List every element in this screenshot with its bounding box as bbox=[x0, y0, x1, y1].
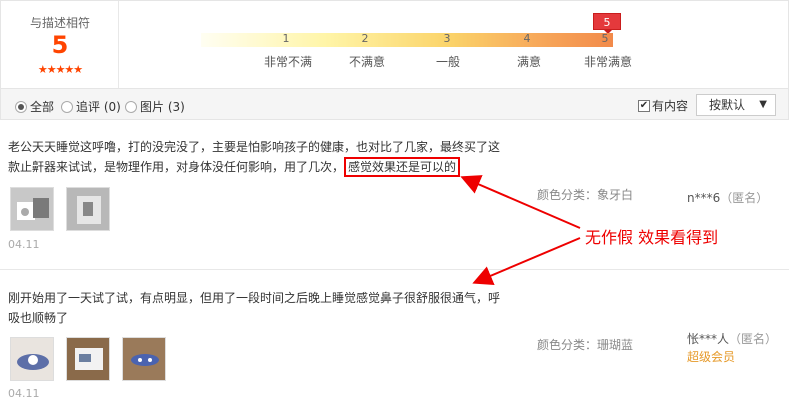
radio-icon bbox=[125, 100, 137, 113]
highlighted-phrase: 感觉效果还是可以的 bbox=[344, 157, 461, 177]
sort-dropdown[interactable]: 按默认 ▼ bbox=[696, 94, 776, 116]
annotation-text: 无作假 效果看得到 bbox=[585, 228, 719, 247]
scale-label: 一般 bbox=[435, 55, 461, 69]
product-photo-icon bbox=[11, 188, 53, 230]
review-text: 刚开始用了一天试了试，有点明显，但用了一段时间之后晚上睡觉感觉鼻子很舒服很通气，… bbox=[8, 291, 501, 325]
has-content-checkbox[interactable]: ✔ 有内容 bbox=[638, 97, 688, 114]
member-badge: 超级会员 bbox=[687, 350, 736, 364]
review-photo-thumbnail[interactable] bbox=[10, 187, 54, 231]
score-value: 5 bbox=[51, 31, 69, 59]
reviewer-nick: n***6 bbox=[687, 191, 721, 205]
star-rating: ★★★★★ bbox=[37, 63, 83, 76]
rating-panel: 与描述相符 5 ★★★★★ 5 1 2 3 4 5 非常不满 不满意 一般 满意… bbox=[0, 0, 789, 89]
radio-selected-icon bbox=[15, 100, 27, 113]
rating-scale-bar bbox=[201, 33, 613, 47]
score-flag: 5 bbox=[593, 13, 621, 34]
scale-tick: 4 bbox=[523, 32, 531, 45]
review-date: 04.11 bbox=[8, 238, 40, 251]
reviewer-name: 怅***人（匿名） bbox=[687, 330, 777, 347]
review-item: 刚开始用了一天试了试，有点明显，但用了一段时间之后晚上睡觉感觉鼻子很舒服很通气，… bbox=[0, 270, 789, 418]
review-photo-thumbnail[interactable] bbox=[122, 337, 166, 381]
review-date: 04.11 bbox=[8, 387, 40, 400]
checkbox-checked-icon: ✔ bbox=[638, 99, 650, 112]
radio-icon bbox=[61, 100, 73, 113]
product-photo-icon bbox=[123, 338, 165, 380]
filter-followup-radio[interactable]: 追评 (0) bbox=[61, 98, 121, 115]
scale-tick: 5 bbox=[601, 32, 609, 45]
scale-label: 非常满意 bbox=[583, 55, 633, 69]
score-box: 与描述相符 5 ★★★★★ bbox=[1, 1, 119, 89]
reviewer-name: n***6（匿名） bbox=[687, 189, 768, 206]
anonymous-tag: （匿名） bbox=[729, 332, 778, 346]
variant-info: 颜色分类：珊瑚蓝 bbox=[537, 338, 634, 352]
scale-label: 不满意 bbox=[348, 55, 386, 69]
filter-all-label: 全部 bbox=[30, 100, 55, 114]
filter-bar: 全部 追评 (0) 图片 (3) ✔ 有内容 按默认 ▼ bbox=[0, 88, 789, 120]
scale-tick: 2 bbox=[361, 32, 369, 45]
sort-dropdown-value: 按默认 bbox=[709, 98, 746, 112]
filter-images-radio[interactable]: 图片 (3) bbox=[125, 98, 185, 115]
rating-scale: 1 2 3 4 5 bbox=[201, 32, 613, 47]
filter-followup-label: 追评 (0) bbox=[76, 100, 121, 114]
scale-label: 满意 bbox=[516, 55, 542, 69]
review-photo-thumbnail[interactable] bbox=[10, 337, 54, 381]
scale-tick: 3 bbox=[443, 32, 451, 45]
score-label: 与描述相符 bbox=[29, 16, 90, 30]
anonymous-tag: （匿名） bbox=[720, 191, 769, 205]
review-photo-thumbnail[interactable] bbox=[66, 187, 110, 231]
scale-tick: 1 bbox=[282, 32, 290, 45]
product-photo-icon bbox=[11, 338, 53, 380]
product-photo-icon bbox=[67, 188, 109, 230]
has-content-label: 有内容 bbox=[652, 99, 689, 113]
variant-info: 颜色分类：象牙白 bbox=[537, 188, 634, 202]
scale-label: 非常不满 bbox=[263, 55, 313, 69]
reviewer-nick: 怅***人 bbox=[687, 332, 730, 346]
review-text: 老公天天睡觉这呼噜，打的没完没了，主要是怕影响孩子的健康，也对比了几家，最终买了… bbox=[8, 137, 508, 177]
chevron-down-icon: ▼ bbox=[759, 99, 767, 110]
review-photo-thumbnail[interactable] bbox=[66, 337, 110, 381]
filter-all-radio[interactable]: 全部 bbox=[15, 98, 54, 115]
product-photo-icon bbox=[67, 338, 109, 380]
filter-images-label: 图片 (3) bbox=[140, 100, 185, 114]
